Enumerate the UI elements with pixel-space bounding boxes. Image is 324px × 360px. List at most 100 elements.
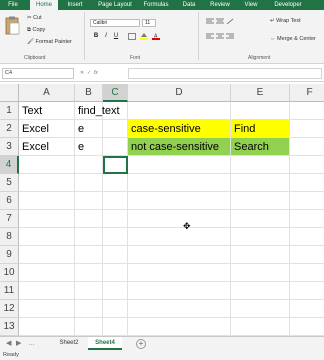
tab-file[interactable]: File [2,0,24,10]
grid-cell[interactable] [231,264,290,282]
grid-cell[interactable] [231,210,290,228]
active-cell-c4[interactable] [103,156,128,174]
align-top-icon[interactable] [206,18,214,25]
cut-button[interactable]: ✂ Cut [27,15,42,22]
formula-input[interactable] [128,68,322,79]
select-all-corner[interactable] [0,84,19,102]
grid-cell[interactable] [290,138,324,156]
grid-cell[interactable] [103,228,128,246]
cell-b2[interactable]: e [75,120,103,138]
grid-cell[interactable] [103,300,128,318]
tab-insert[interactable]: Insert [62,0,88,10]
row-header-10[interactable]: 10 [0,264,19,282]
tab-data[interactable]: Data [178,0,200,10]
paste-icon[interactable] [4,16,20,40]
underline-button[interactable]: U [112,32,120,40]
grid-cell[interactable] [231,318,290,336]
grid-cell[interactable] [231,156,290,174]
grid-cell[interactable] [103,174,128,192]
wrap-text-button[interactable]: ↵ Wrap Text [270,18,301,25]
grid-cell[interactable] [128,300,231,318]
grid-cell[interactable] [231,282,290,300]
grid-cell[interactable] [19,300,75,318]
row-header-9[interactable]: 9 [0,246,19,264]
grid-cell[interactable] [128,282,231,300]
tab-formulas[interactable]: Formulas [140,0,172,10]
grid-cell[interactable] [19,156,75,174]
column-header-c[interactable]: C [103,84,128,102]
grid-cell[interactable] [19,318,75,336]
column-header-f[interactable]: F [290,84,324,102]
grid-cell[interactable] [231,102,290,120]
grid-cell[interactable] [103,138,128,156]
orientation-icon[interactable] [226,18,234,25]
name-box[interactable]: C4 [2,68,74,79]
row-header-3[interactable]: 3 [0,138,19,156]
align-left-icon[interactable] [206,33,214,40]
row-header-11[interactable]: 11 [0,282,19,300]
grid-cell[interactable] [290,120,324,138]
grid-cell[interactable] [290,282,324,300]
cancel-icon[interactable]: ✕ [80,70,84,76]
column-header-b[interactable]: B [75,84,103,102]
insert-function-icon[interactable]: fx [94,70,98,76]
sheet-more-icon[interactable]: … [28,339,35,349]
copy-button[interactable]: ⧉ Copy [27,27,45,34]
sheet-tab-sheet2[interactable]: Sheet2 [52,337,86,350]
grid-cell[interactable] [103,282,128,300]
grid-cell[interactable] [290,156,324,174]
grid-cell[interactable] [290,210,324,228]
grid-cell[interactable] [75,318,103,336]
grid-cell[interactable] [128,174,231,192]
format-painter-button[interactable]: 🖌 Format Painter [27,39,72,46]
row-header-13[interactable]: 13 [0,318,19,336]
grid-cell[interactable] [19,264,75,282]
tab-page-layout[interactable]: Page Layout [94,0,136,10]
tab-home[interactable]: Home [30,0,58,10]
grid-cell[interactable] [75,174,103,192]
grid-cell[interactable] [103,210,128,228]
grid-cell[interactable] [231,192,290,210]
enter-icon[interactable]: ✓ [87,70,91,76]
cell-e2[interactable]: Find [231,120,290,138]
grid-cell[interactable] [128,228,231,246]
grid-cell[interactable] [19,210,75,228]
grid-cell[interactable] [290,246,324,264]
cell-d3[interactable]: not case-sensitive [128,138,231,156]
sheet-tab-sheet4[interactable]: Sheet4 [88,337,122,350]
row-header-8[interactable]: 8 [0,228,19,246]
grid-cell[interactable] [19,174,75,192]
grid-cell[interactable] [128,246,231,264]
align-right-icon[interactable] [226,33,234,40]
align-center-icon[interactable] [216,33,224,40]
row-header-2[interactable]: 2 [0,120,19,138]
add-sheet-icon[interactable]: + [136,339,146,349]
sheet-prev-icon[interactable]: ◀ [6,339,11,349]
grid-cell[interactable] [290,228,324,246]
column-header-e[interactable]: E [231,84,290,102]
bold-button[interactable]: B [92,32,100,40]
align-middle-icon[interactable] [216,18,224,25]
grid-cell[interactable] [75,300,103,318]
tab-developer[interactable]: Developer [268,0,308,10]
grid-cell[interactable] [128,318,231,336]
grid-cell[interactable] [290,102,324,120]
italic-button[interactable]: I [102,32,110,40]
grid-cell[interactable] [128,264,231,282]
cell-a3[interactable]: Excel [19,138,75,156]
grid-cell[interactable] [75,264,103,282]
cell-b3[interactable]: e [75,138,103,156]
cell-a1[interactable]: Text [19,102,75,120]
column-header-a[interactable]: A [19,84,75,102]
tab-review[interactable]: Review [206,0,234,10]
sheet-next-icon[interactable]: ▶ [16,339,21,349]
row-header-5[interactable]: 5 [0,174,19,192]
cell-d2[interactable]: case-sensitive [128,120,231,138]
cell-e3[interactable]: Search [231,138,290,156]
merge-center-button[interactable]: ⇔ Merge & Center [270,36,316,43]
cell-a2[interactable]: Excel [19,120,75,138]
grid-cell[interactable] [103,246,128,264]
grid-cell[interactable] [103,120,128,138]
font-size-select[interactable]: 11 [142,19,156,27]
row-header-6[interactable]: 6 [0,192,19,210]
